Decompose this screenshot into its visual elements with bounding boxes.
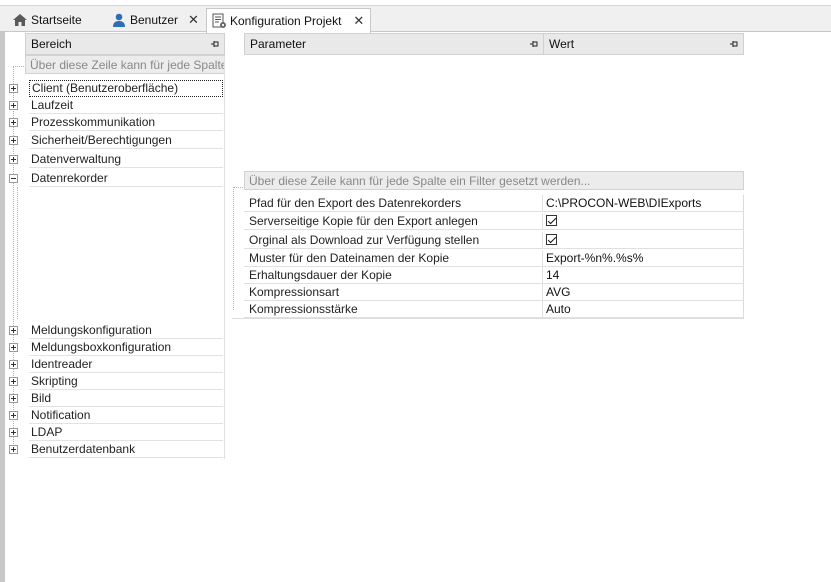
tree-connector-line (233, 187, 243, 188)
parameter-name: Kompressionsart (244, 284, 543, 300)
parameter-value-cell[interactable] (543, 213, 744, 229)
tree-item-label: Laufzeit (29, 97, 223, 114)
tree-item[interactable]: Prozesskommunikation (9, 114, 223, 131)
table-row[interactable]: Pfad für den Export des Datenrekorders C:… (244, 195, 744, 212)
pin-icon[interactable] (730, 39, 739, 48)
tree-item[interactable]: Meldungskonfiguration (9, 322, 223, 339)
expand-icon[interactable] (9, 136, 18, 145)
tree-connector-line (17, 187, 18, 319)
tree-item[interactable]: Meldungsboxkonfiguration (9, 339, 223, 356)
tree-item[interactable]: LDAP (9, 424, 223, 441)
parameter-value[interactable]: 14 (543, 267, 744, 283)
parameter-name: Kompressionsstärke (244, 301, 543, 317)
tree-item[interactable]: Sicherheit/Berechtigungen (9, 132, 223, 149)
close-icon[interactable]: ✕ (188, 12, 199, 28)
tab-konfiguration-projekt[interactable]: Konfiguration Projekt ✕ (206, 8, 372, 33)
parameter-value[interactable]: Export-%n%.%s% (543, 250, 744, 266)
close-icon[interactable]: ✕ (353, 13, 364, 29)
tree-item-label: Bild (29, 390, 223, 407)
expand-icon[interactable] (9, 343, 18, 352)
tree-connector-line (13, 66, 24, 67)
tree-item-label: Benutzerdatenbank (29, 441, 223, 458)
expand-icon[interactable] (9, 155, 18, 164)
tab-label: Konfiguration Projekt (230, 14, 342, 28)
parameter-name: Pfad für den Export des Datenrekorders (244, 195, 543, 211)
tree-item[interactable]: Datenverwaltung (9, 151, 223, 168)
tree-panel-border (224, 56, 225, 459)
table-row[interactable]: Serverseitige Kopie für den Export anleg… (244, 213, 744, 230)
left-splitter[interactable] (0, 32, 5, 582)
tree-item-label: Meldungskonfiguration (29, 322, 223, 339)
column-header-label: Bereich (31, 37, 72, 51)
tree-filter-row[interactable]: Über diese Zeile kann für jede Spalte... (25, 55, 225, 74)
table-row[interactable]: Orginal als Download zur Verfügung stell… (244, 232, 744, 249)
expand-icon[interactable] (9, 445, 18, 454)
parameter-value-cell[interactable] (543, 232, 744, 248)
home-icon (12, 12, 28, 28)
tab-label: Startseite (31, 13, 82, 27)
tree-item-label: Prozesskommunikation (29, 114, 223, 131)
pin-icon[interactable] (530, 39, 539, 48)
parameter-name: Serverseitige Kopie für den Export anleg… (244, 213, 543, 229)
tree-item-label: Client (Benutzeroberfläche) (29, 80, 223, 97)
tree-item[interactable]: Laufzeit (9, 97, 223, 114)
expand-icon[interactable] (9, 84, 18, 93)
user-icon (111, 12, 127, 28)
detail-filter-row[interactable]: Über diese Zeile kann für jede Spalte ei… (244, 171, 744, 190)
tree-item-label: Meldungsboxkonfiguration (29, 339, 223, 356)
grid-header-wert[interactable]: Wert (543, 33, 744, 55)
tab-startseite[interactable]: Startseite (12, 8, 82, 32)
parameter-value[interactable]: C:\PROCON-WEB\DIExports (543, 195, 744, 211)
parameter-name: Erhaltungsdauer der Kopie (244, 267, 543, 283)
tree-item-label: Sicherheit/Berechtigungen (29, 132, 223, 149)
tab-label: Benutzer (130, 13, 179, 27)
expand-icon[interactable] (9, 428, 18, 437)
tree-item-label: Datenverwaltung (29, 151, 223, 168)
parameter-value[interactable]: Auto (543, 301, 744, 317)
tree-item-label: Datenrekorder (29, 170, 223, 187)
tab-benutzer[interactable]: Benutzer ✕ (111, 8, 199, 32)
tree-item-label: Notification (29, 407, 223, 424)
tree-item[interactable]: Client (Benutzeroberfläche) (9, 80, 223, 97)
checkbox[interactable] (546, 215, 557, 226)
tree-item[interactable]: Identreader (9, 356, 223, 373)
tree-item-label: LDAP (29, 424, 223, 441)
expand-icon[interactable] (9, 101, 18, 110)
table-row[interactable]: Kompressionsstärke Auto (244, 301, 744, 318)
tree-item[interactable]: Benutzerdatenbank (9, 441, 223, 458)
expand-icon[interactable] (9, 118, 18, 127)
parameter-value[interactable]: AVG (543, 284, 744, 300)
collapse-icon[interactable] (9, 174, 18, 183)
tree-item[interactable]: Bild (9, 390, 223, 407)
parameter-name: Orginal als Download zur Verfügung stell… (244, 232, 543, 248)
grid-header-parameter[interactable]: Parameter (244, 33, 544, 55)
checkbox[interactable] (546, 234, 557, 245)
expand-icon[interactable] (9, 411, 18, 420)
column-header-label: Wert (549, 37, 575, 51)
parameter-name: Muster für den Dateinamen der Kopie (244, 250, 543, 266)
table-row[interactable]: Muster für den Dateinamen der Kopie Expo… (244, 250, 744, 267)
tree-item[interactable]: Notification (9, 407, 223, 424)
expand-icon[interactable] (9, 326, 18, 335)
tree-item[interactable]: Datenrekorder (9, 170, 223, 187)
column-header-label: Parameter (250, 37, 307, 51)
expand-icon[interactable] (9, 360, 18, 369)
pin-icon[interactable] (211, 39, 220, 48)
tree-header-bereich[interactable]: Bereich (25, 33, 225, 55)
tree-item-label: Skripting (29, 373, 223, 390)
expand-icon[interactable] (9, 377, 18, 386)
document-tab-bar: Startseite Benutzer ✕ Konfiguration Proj… (0, 6, 831, 33)
expand-icon[interactable] (9, 394, 18, 403)
table-row[interactable]: Kompressionsart AVG (244, 284, 744, 301)
tree-item-label: Identreader (29, 356, 223, 373)
tree-item[interactable]: Skripting (9, 373, 223, 390)
table-row[interactable]: Erhaltungsdauer der Kopie 14 (244, 267, 744, 284)
config-document-icon (211, 13, 227, 29)
